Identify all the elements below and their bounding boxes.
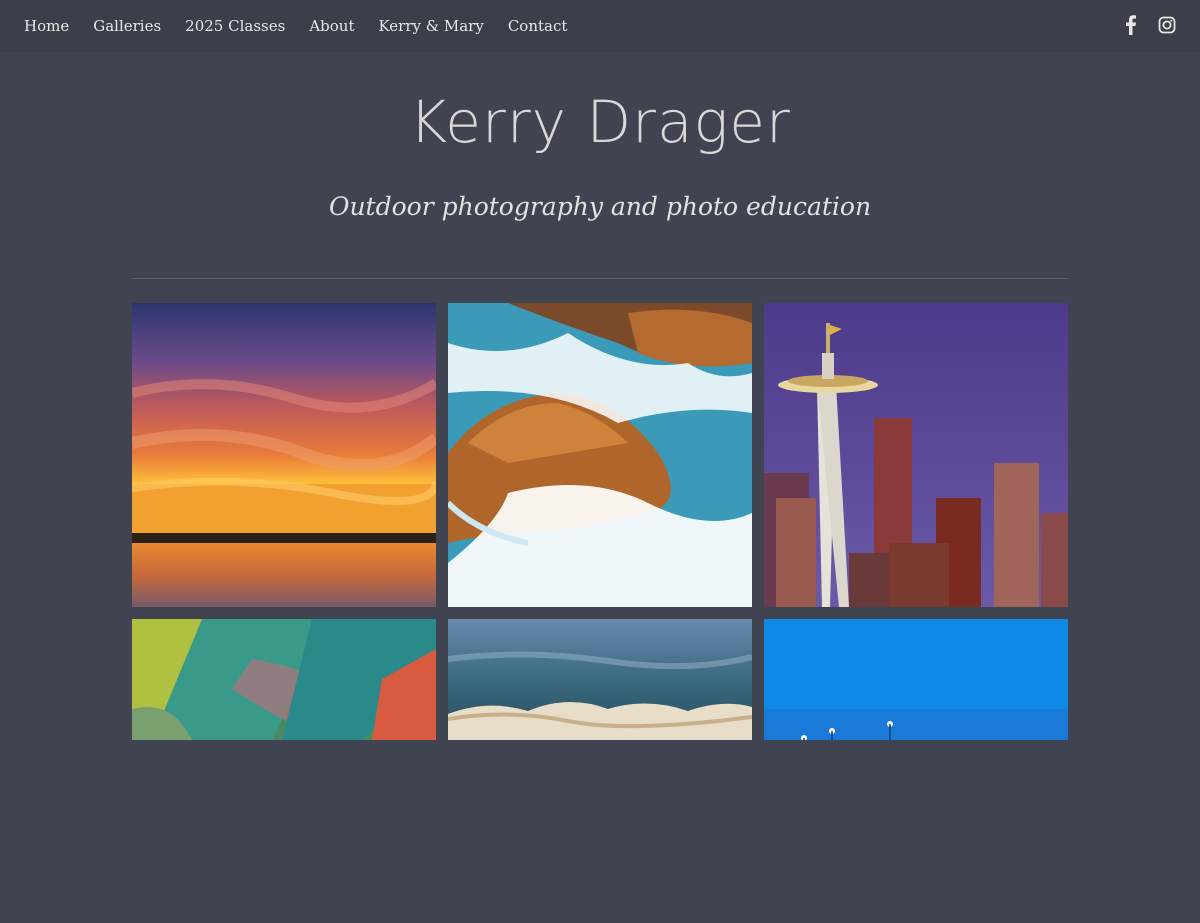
social-links [1122,14,1176,36]
facebook-icon[interactable] [1122,14,1140,36]
gallery-photo-sunset[interactable] [132,303,436,607]
nav-kerry-mary[interactable]: Kerry & Mary [378,0,483,52]
main-nav: Home Galleries 2025 Classes About Kerry … [24,0,591,52]
gallery-photo-breaking-wave[interactable] [448,619,752,923]
gallery-photo-blue-hour[interactable] [764,619,1068,923]
nav-home[interactable]: Home [24,0,69,52]
gallery-photo-rope-closeup[interactable] [132,619,436,923]
gallery-photo-wave-rocks[interactable] [448,303,752,607]
divider [132,278,1068,279]
instagram-icon[interactable] [1158,14,1176,36]
top-navigation-bar: Home Galleries 2025 Classes About Kerry … [0,0,1200,52]
site-title[interactable]: Kerry Drager [0,88,1200,156]
site-tagline: Outdoor photography and photo education [328,192,872,221]
nav-contact[interactable]: Contact [508,0,568,52]
nav-2025-classes[interactable]: 2025 Classes [185,0,285,52]
nav-about[interactable]: About [309,0,354,52]
nav-galleries[interactable]: Galleries [93,0,161,52]
gallery-photo-space-needle[interactable] [764,303,1068,607]
